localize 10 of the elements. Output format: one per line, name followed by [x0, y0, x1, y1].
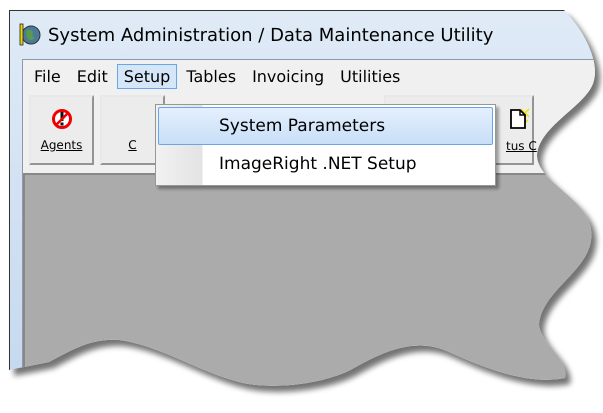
menu-item[interactable]: File — [27, 64, 68, 89]
menu-item[interactable]: Tables — [179, 64, 244, 89]
menu-item[interactable]: Invoicing — [245, 64, 332, 89]
menu-item[interactable]: Utilities — [333, 64, 408, 89]
window-title: System Administration / Data Maintenance Utility — [48, 24, 494, 46]
menu-item[interactable]: Edit — [70, 64, 115, 89]
menu-item[interactable]: Setup — [116, 64, 178, 89]
no-entry-icon — [50, 108, 72, 130]
toolbar-button[interactable]: Agents — [29, 95, 94, 165]
menu-option[interactable]: System Parameters — [158, 107, 493, 145]
